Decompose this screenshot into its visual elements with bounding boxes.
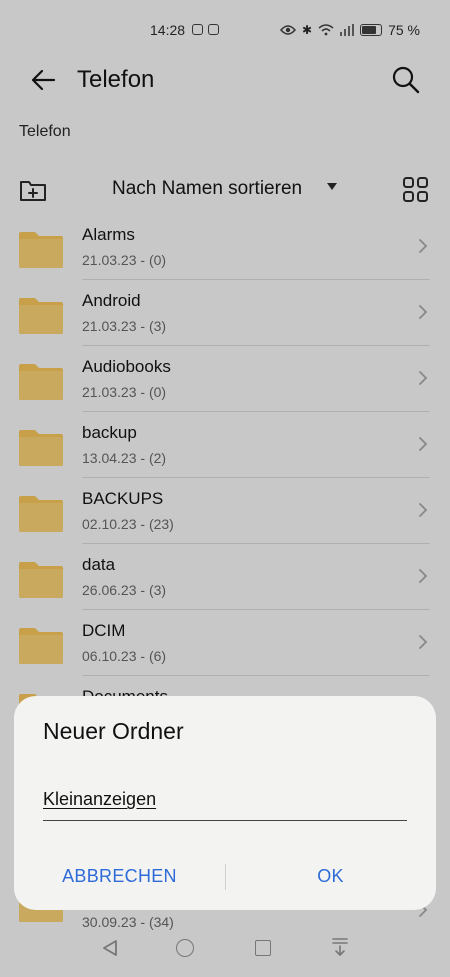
chevron-right-icon bbox=[419, 437, 428, 451]
caret-down-icon[interactable] bbox=[327, 183, 337, 190]
signal-icon bbox=[340, 24, 355, 36]
back-button[interactable] bbox=[28, 64, 60, 96]
nav-recent-icon[interactable] bbox=[255, 940, 271, 956]
status-right: ✱ 75 % bbox=[280, 22, 420, 38]
list-item[interactable]: DCIM 06.10.23 - (6) bbox=[0, 610, 450, 676]
list-item[interactable]: data 26.06.23 - (3) bbox=[0, 544, 450, 610]
folder-meta: 21.03.23 - (0) bbox=[82, 252, 167, 268]
instagram-icon-2 bbox=[208, 24, 219, 35]
folder-icon bbox=[19, 562, 63, 598]
app-bar: Telefon bbox=[0, 58, 450, 102]
folder-name: BACKUPS bbox=[82, 489, 164, 508]
eye-icon bbox=[280, 25, 297, 35]
folder-icon bbox=[19, 628, 63, 664]
folder-meta: 13.04.23 - (2) bbox=[82, 450, 167, 466]
arrow-left-icon bbox=[31, 69, 56, 91]
folder-icon bbox=[19, 364, 63, 400]
folder-meta: 02.10.23 - (23) bbox=[82, 516, 174, 532]
new-folder-icon bbox=[20, 181, 46, 201]
search-button[interactable] bbox=[390, 64, 422, 96]
folder-name-input[interactable]: Kleinanzeigen bbox=[43, 784, 407, 821]
folder-icon bbox=[19, 298, 63, 334]
folder-meta: 21.03.23 - (0) bbox=[82, 384, 167, 400]
folder-name: Android bbox=[82, 291, 141, 310]
chevron-right-icon bbox=[419, 569, 428, 583]
nav-back-icon[interactable] bbox=[101, 939, 119, 957]
chevron-right-icon bbox=[419, 635, 428, 649]
folder-icon bbox=[19, 430, 63, 466]
chevron-right-icon bbox=[419, 305, 428, 319]
folder-name: Alarms bbox=[82, 225, 135, 244]
chevron-right-icon bbox=[419, 503, 428, 517]
chevron-right-icon bbox=[419, 371, 428, 385]
sort-bar: Nach Namen sortieren bbox=[0, 170, 450, 210]
status-time: 14:28 bbox=[150, 22, 186, 38]
sort-dropdown[interactable]: Nach Namen sortieren bbox=[112, 178, 302, 200]
grid-view-button[interactable] bbox=[402, 176, 430, 204]
notification-icons bbox=[192, 24, 219, 35]
folder-icon bbox=[19, 232, 63, 268]
battery-icon bbox=[360, 24, 383, 36]
page-title: Telefon bbox=[77, 66, 155, 93]
dialog-title: Neuer Ordner bbox=[43, 718, 184, 744]
file-list: Alarms 21.03.23 - (0) Android 21.03.23 -… bbox=[0, 214, 450, 742]
folder-name: backup bbox=[82, 423, 137, 442]
folder-meta: 21.03.23 - (3) bbox=[82, 318, 167, 334]
list-item[interactable]: Android 21.03.23 - (3) bbox=[0, 280, 450, 346]
list-item[interactable]: BACKUPS 02.10.23 - (23) bbox=[0, 478, 450, 544]
folder-name: Audiobooks bbox=[82, 357, 171, 376]
folder-name: DCIM bbox=[82, 621, 126, 640]
battery-percent: 75 % bbox=[388, 22, 420, 38]
instagram-icon bbox=[192, 24, 203, 35]
folder-icon bbox=[19, 496, 63, 532]
folder-name-input-value[interactable]: Kleinanzeigen bbox=[43, 789, 156, 810]
new-folder-dialog: Neuer Ordner Kleinanzeigen ABBRECHEN OK bbox=[14, 696, 436, 910]
status-bar: 14:28 ✱ 75 % bbox=[0, 0, 450, 62]
nav-hide-keyboard-icon[interactable] bbox=[331, 937, 349, 957]
folder-name: data bbox=[82, 555, 116, 574]
folder-meta: 26.06.23 - (3) bbox=[82, 582, 167, 598]
breadcrumb[interactable]: Telefon bbox=[19, 123, 71, 141]
ok-button[interactable]: OK bbox=[225, 858, 436, 894]
wifi-icon bbox=[318, 24, 334, 36]
folder-meta: 06.10.23 - (6) bbox=[82, 648, 167, 664]
list-item[interactable]: Audiobooks 21.03.23 - (0) bbox=[0, 346, 450, 412]
bluetooth-icon: ✱ bbox=[302, 23, 313, 37]
search-icon bbox=[392, 66, 420, 94]
list-item[interactable]: backup 13.04.23 - (2) bbox=[0, 412, 450, 478]
system-nav-bar bbox=[0, 927, 450, 977]
grid-view-icon bbox=[403, 177, 428, 202]
list-item[interactable]: Alarms 21.03.23 - (0) bbox=[0, 214, 450, 280]
chevron-right-icon bbox=[419, 239, 428, 253]
nav-home-icon[interactable] bbox=[176, 939, 194, 957]
new-folder-button[interactable] bbox=[18, 175, 48, 205]
cancel-button[interactable]: ABBRECHEN bbox=[14, 858, 225, 894]
